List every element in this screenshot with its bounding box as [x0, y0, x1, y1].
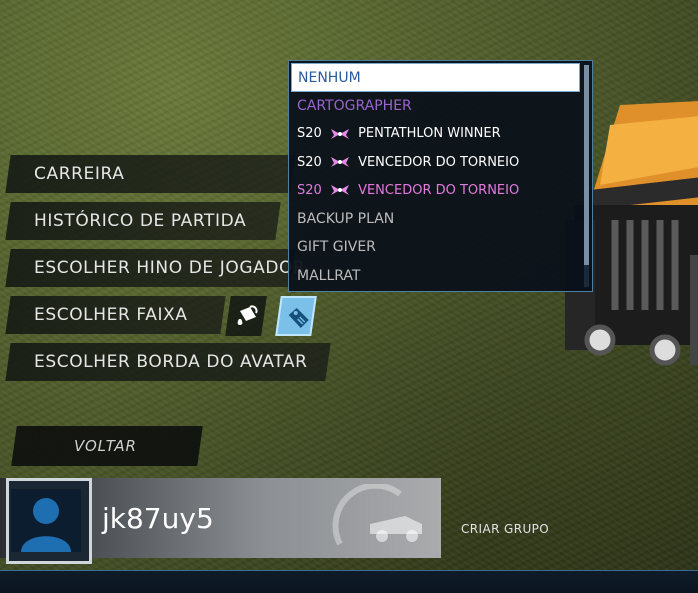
rocket-league-logo-icon	[332, 484, 422, 546]
title-option-label: GIFT GIVER	[297, 239, 376, 256]
title-option-label: PENTATHLON WINNER	[358, 126, 501, 142]
back-label: VOLTAR	[74, 437, 137, 455]
menu-item-label: CARREIRA	[34, 164, 125, 184]
menu-item-historico[interactable]: HISTÓRICO DE PARTIDA	[5, 202, 281, 240]
wings-icon	[330, 128, 349, 139]
title-dropdown[interactable]: NENHUM CARTOGRAPHER S20 PENTATHLON WINNE…	[288, 60, 593, 292]
title-option-label: BACKUP PLAN	[297, 211, 395, 228]
username: jk87uy5	[102, 502, 214, 535]
bottom-bar	[0, 570, 698, 593]
title-option[interactable]: S20 PENTATHLON WINNER	[291, 120, 580, 148]
create-group-button[interactable]: CRIAR GRUPO	[461, 522, 549, 536]
title-option[interactable]: BACKUP PLAN	[291, 205, 580, 233]
title-option-prefix: S20	[297, 126, 322, 142]
title-option-label: VENCEDOR DO TORNEIO	[358, 182, 520, 198]
tag-icon	[288, 308, 309, 328]
back-button[interactable]: VOLTAR	[11, 426, 203, 466]
title-option-label: MALLRAT	[297, 267, 361, 284]
dropdown-scroll-thumb[interactable]	[584, 65, 589, 265]
avatar	[11, 489, 81, 552]
title-option[interactable]: MALLRAT	[291, 262, 580, 289]
wings-icon	[330, 185, 349, 196]
menu-item-carreira[interactable]: CARREIRA	[5, 155, 296, 193]
menu-item-label: HISTÓRICO DE PARTIDA	[34, 211, 247, 231]
title-option-prefix: S20	[297, 154, 322, 170]
title-option-label: VENCEDOR DO TORNEIO	[358, 154, 520, 170]
title-option-prefix: S20	[297, 182, 322, 198]
title-option[interactable]: S20 VENCEDOR DO TORNEIO	[291, 177, 580, 205]
title-option-label: CARTOGRAPHER	[297, 98, 412, 114]
tag-button[interactable]	[275, 296, 317, 336]
title-option[interactable]: GIFT GIVER	[291, 233, 580, 261]
default-avatar-icon	[21, 498, 71, 552]
menu-item-borda[interactable]: ESCOLHER BORDA DO AVATAR	[5, 343, 331, 381]
paint-bucket-icon	[237, 305, 258, 325]
menu-item-label: ESCOLHER FAIXA	[34, 305, 188, 325]
title-option-label: NENHUM	[298, 70, 361, 86]
menu-item-label: ESCOLHER BORDA DO AVATAR	[34, 352, 308, 372]
title-option[interactable]: S20 VENCEDOR DO TORNEIO	[291, 149, 580, 177]
title-option[interactable]: NENHUM	[291, 63, 580, 92]
wings-icon	[330, 157, 349, 168]
title-option[interactable]: CARTOGRAPHER	[291, 92, 580, 120]
paint-button[interactable]	[225, 296, 267, 336]
menu-item-faixa[interactable]: ESCOLHER FAIXA	[5, 296, 226, 334]
menu-item-label: ESCOLHER HINO DE JOGADOR	[34, 258, 306, 278]
title-options-list: NENHUM CARTOGRAPHER S20 PENTATHLON WINNE…	[291, 63, 580, 289]
menu-item-hino[interactable]: ESCOLHER HINO DE JOGADOR	[5, 249, 305, 287]
